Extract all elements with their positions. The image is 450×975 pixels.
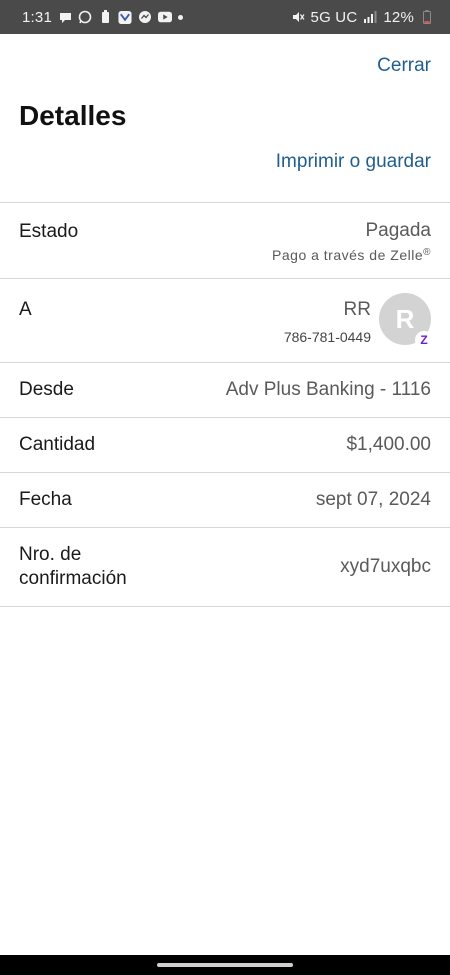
date-label: Fecha: [19, 489, 72, 510]
confirmation-value: xyd7uxqbc: [340, 556, 431, 577]
navigation-bar: [0, 955, 450, 975]
zelle-icon: Z: [415, 331, 433, 349]
youtube-icon: [158, 10, 172, 24]
status-left: 1:31: [22, 9, 183, 26]
payment-method: Pago a través de Zelle®: [272, 247, 431, 263]
print-or-save-button[interactable]: Imprimir o guardar: [276, 151, 431, 173]
confirmation-label-line1: Nro. de: [19, 544, 82, 565]
recipient-label: A: [19, 299, 32, 320]
chat-icon: [58, 10, 72, 24]
confirmation-label-line2: confirmación: [19, 568, 127, 589]
recipient-phone: 786-781-0449: [283, 329, 371, 345]
page-title: Detalles: [19, 100, 127, 131]
battery-icon: [420, 10, 434, 24]
confirmation-label: Nro. de confirmación: [19, 543, 127, 591]
status-bar: 1:31 5G UC 12%: [0, 0, 450, 34]
details-list: Estado Pagada Pago a través de Zelle® A …: [0, 202, 450, 607]
recipient-text: RR 786-781-0449: [284, 299, 371, 345]
from-value: Adv Plus Banking - 1116: [225, 379, 431, 400]
date-row: Fecha sept 07, 2024: [0, 472, 450, 527]
status-time: 1:31: [22, 8, 52, 26]
payment-method-text: Pago a través de Zelle: [272, 247, 424, 263]
whatsapp-icon: [78, 10, 92, 24]
home-handle[interactable]: [157, 963, 293, 967]
avatar: R Z: [379, 293, 433, 349]
from-label: Desde: [19, 379, 74, 400]
date-value: sept 07, 2024: [315, 489, 431, 510]
signal-icon: [363, 10, 377, 24]
confirmation-row: Nro. de confirmación xyd7uxqbc: [0, 527, 450, 607]
status-value: Pagada: [365, 220, 431, 241]
amount-label: Cantidad: [19, 434, 96, 455]
app-icon: [118, 10, 132, 24]
battery-percent: 12%: [383, 8, 414, 26]
from-row: Desde Adv Plus Banking - 1116: [0, 362, 450, 417]
status-label: Estado: [19, 221, 79, 242]
registered-mark: ®: [423, 247, 431, 258]
messenger-icon: [138, 10, 152, 24]
recipient-info: RR 786-781-0449 R Z: [284, 293, 433, 349]
close-button[interactable]: Cerrar: [377, 55, 431, 77]
status-right: 5G UC 12%: [291, 9, 434, 26]
status-row: Estado Pagada Pago a través de Zelle®: [0, 202, 450, 278]
network-type: 5G UC: [310, 8, 358, 26]
amount-value: $1,400.00: [346, 434, 431, 455]
more-notifications-dot: [178, 14, 183, 20]
recipient-row: A RR 786-781-0449 R Z: [0, 278, 450, 362]
amount-row: Cantidad $1,400.00: [0, 417, 450, 472]
battery-saver-icon: [98, 10, 112, 24]
mute-icon: [291, 10, 305, 24]
status-value-group: Pagada Pago a través de Zelle®: [272, 221, 431, 262]
recipient-name: RR: [343, 299, 371, 320]
avatar-letter: R: [395, 303, 415, 334]
